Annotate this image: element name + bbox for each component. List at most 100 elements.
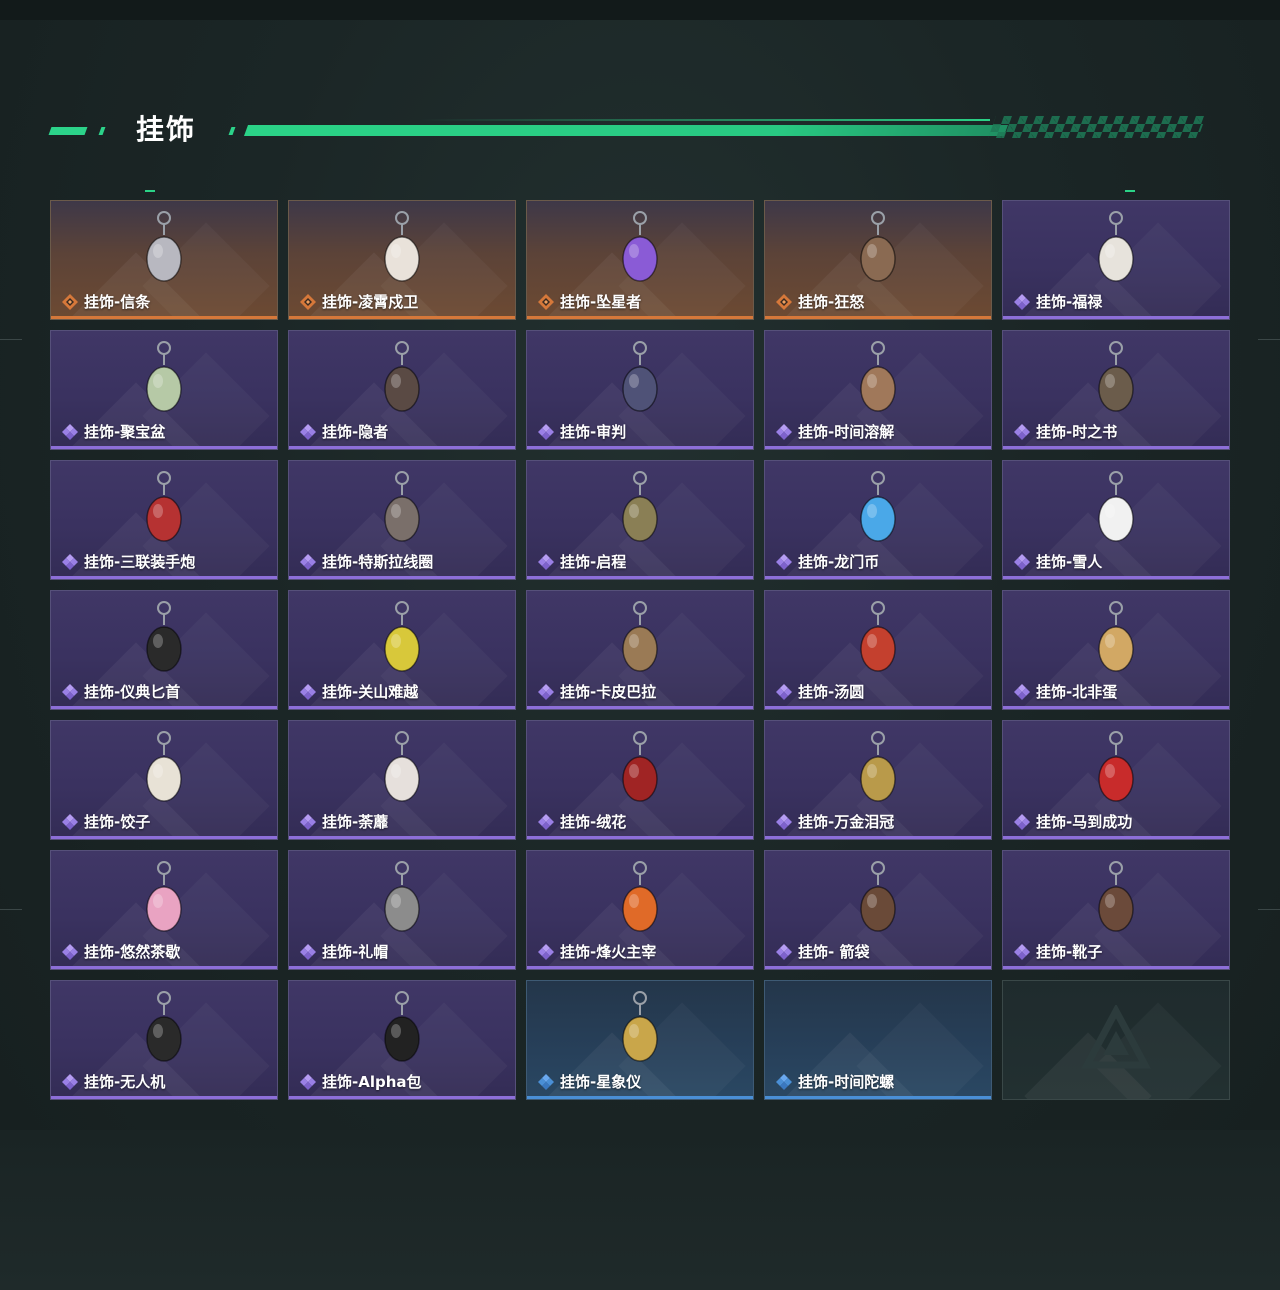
charm-name: 挂饰-卡皮巴拉 <box>560 683 657 701</box>
charm-name: 挂饰-关山难越 <box>322 683 419 701</box>
rarity-orange-icon <box>775 293 793 311</box>
charm-name: 挂饰-绒花 <box>560 813 627 831</box>
charm-card[interactable]: 挂饰-礼帽 <box>288 850 516 970</box>
charm-treasure-bowl-icon <box>134 339 194 417</box>
charm-card[interactable]: 挂饰-时间溶解 <box>764 330 992 450</box>
rarity-bar <box>765 576 991 579</box>
charm-yellow-can-icon <box>372 599 432 677</box>
rarity-bar <box>1003 446 1229 449</box>
charm-card[interactable]: 挂饰-时间陀螺 <box>764 980 992 1100</box>
corner-tick <box>145 190 155 192</box>
charm-name: 挂饰-北非蛋 <box>1036 683 1118 701</box>
charm-card[interactable]: 挂饰-仪典匕首 <box>50 590 278 710</box>
charm-card[interactable]: 挂饰-荼蘼 <box>288 720 516 840</box>
charm-card[interactable]: 挂饰-Alpha包 <box>288 980 516 1100</box>
header-accent-line <box>420 119 990 121</box>
charm-card[interactable]: 挂饰-审判 <box>526 330 754 450</box>
charm-card[interactable]: 挂饰-三联装手炮 <box>50 460 278 580</box>
charm-shakshuka-icon <box>1086 599 1146 677</box>
rarity-bar <box>289 966 515 969</box>
charm-grid: 挂饰-信条 挂饰-凌霄戍卫 挂饰-坠星者 挂饰-狂怒 挂饰-福禄 挂饰-聚宝盆 挂饰-隐者挂… <box>50 200 1230 1100</box>
rarity-bar <box>51 966 277 969</box>
charm-card[interactable]: 挂饰-坠星者 <box>526 200 754 320</box>
charm-name: 挂饰-万金泪冠 <box>798 813 895 831</box>
charm-card[interactable]: 挂饰-福禄 <box>1002 200 1230 320</box>
rarity-purple-icon <box>61 423 79 441</box>
rarity-purple-icon <box>1013 293 1031 311</box>
rarity-bar <box>765 966 991 969</box>
charm-card[interactable]: 挂饰- 箭袋 <box>764 850 992 970</box>
rarity-purple-icon <box>1013 553 1031 571</box>
rarity-purple-icon <box>537 423 555 441</box>
charm-name: 挂饰-隐者 <box>322 423 389 441</box>
charm-name: 挂饰-信条 <box>84 293 151 311</box>
charm-card[interactable]: 挂饰-信条 <box>50 200 278 320</box>
rarity-purple-icon <box>299 943 317 961</box>
placeholder-logo-icon <box>1081 1003 1151 1075</box>
charm-name: 挂饰-靴子 <box>1036 943 1103 961</box>
charm-boot-icon <box>1086 859 1146 937</box>
charm-card[interactable]: 挂饰-万金泪冠 <box>764 720 992 840</box>
bottom-band <box>0 1130 1280 1290</box>
charm-card[interactable]: 挂饰-星象仪 <box>526 980 754 1100</box>
rarity-purple-icon <box>61 553 79 571</box>
charm-golden-egg-icon <box>848 729 908 807</box>
charm-card[interactable]: 挂饰-启程 <box>526 460 754 580</box>
charm-card[interactable]: 挂饰-靴子 <box>1002 850 1230 970</box>
rarity-purple-icon <box>775 683 793 701</box>
charm-name: 挂饰-马到成功 <box>1036 813 1133 831</box>
rarity-purple-icon <box>775 423 793 441</box>
charm-name: 挂饰-凌霄戍卫 <box>322 293 419 311</box>
charm-compass-medal-icon <box>610 469 670 547</box>
charm-name: 挂饰-礼帽 <box>322 943 389 961</box>
charm-card[interactable]: 挂饰-狂怒 <box>764 200 992 320</box>
charm-name: 挂饰-Alpha包 <box>322 1073 422 1091</box>
rarity-bar <box>289 576 515 579</box>
charm-card[interactable]: 挂饰-雪人 <box>1002 460 1230 580</box>
charm-card[interactable]: 挂饰-聚宝盆 <box>50 330 278 450</box>
charm-name: 挂饰-烽火主宰 <box>560 943 657 961</box>
section-header: 挂饰 <box>0 100 1280 160</box>
charm-card[interactable]: 挂饰-悠然茶歇 <box>50 850 278 970</box>
charm-gourd-icon <box>1086 209 1146 287</box>
charm-silver-pendant-icon <box>134 209 194 287</box>
charm-dumplings-plate-icon <box>134 729 194 807</box>
rarity-bar <box>765 1096 991 1099</box>
charm-card[interactable]: 挂饰-北非蛋 <box>1002 590 1230 710</box>
charm-card[interactable]: 挂饰-隐者 <box>288 330 516 450</box>
charm-melting-clock-icon <box>848 339 908 417</box>
charm-card[interactable]: 挂饰-饺子 <box>50 720 278 840</box>
charm-card[interactable]: 挂饰-龙门币 <box>764 460 992 580</box>
rarity-bar <box>527 1096 753 1099</box>
charm-hand-cannon-icon <box>134 469 194 547</box>
rarity-bar <box>289 706 515 709</box>
charm-tesla-coil-icon <box>372 469 432 547</box>
charm-card[interactable]: 挂饰-马到成功 <box>1002 720 1230 840</box>
charm-card[interactable]: 挂饰-时之书 <box>1002 330 1230 450</box>
rarity-purple-icon <box>61 813 79 831</box>
page-title: 挂饰 <box>136 113 197 146</box>
rarity-purple-icon <box>1013 813 1031 831</box>
charm-card[interactable]: 挂饰-烽火主宰 <box>526 850 754 970</box>
rarity-bar <box>765 316 991 319</box>
charm-card[interactable]: 挂饰-特斯拉线圈 <box>288 460 516 580</box>
charm-card[interactable]: 挂饰-无人机 <box>50 980 278 1100</box>
charm-card[interactable]: 挂饰-卡皮巴拉 <box>526 590 754 710</box>
rarity-bar <box>289 836 515 839</box>
charm-card[interactable]: 挂饰-关山难越 <box>288 590 516 710</box>
charm-name: 挂饰-三联装手炮 <box>84 553 196 571</box>
empty-slot[interactable] <box>1002 980 1230 1100</box>
charm-name: 挂饰-仪典匕首 <box>84 683 181 701</box>
charm-card-judgement-icon <box>610 339 670 417</box>
rarity-bar <box>1003 966 1229 969</box>
rarity-bar <box>527 966 753 969</box>
charm-name: 挂饰-悠然茶歇 <box>84 943 181 961</box>
charm-name: 挂饰-无人机 <box>84 1073 166 1091</box>
charm-card[interactable]: 挂饰-汤圆 <box>764 590 992 710</box>
rarity-purple-icon <box>61 683 79 701</box>
charm-card[interactable]: 挂饰-绒花 <box>526 720 754 840</box>
rarity-orange-icon <box>537 293 555 311</box>
rarity-purple-icon <box>1013 683 1031 701</box>
charm-card[interactable]: 挂饰-凌霄戍卫 <box>288 200 516 320</box>
charm-purple-crystal-icon <box>610 209 670 287</box>
